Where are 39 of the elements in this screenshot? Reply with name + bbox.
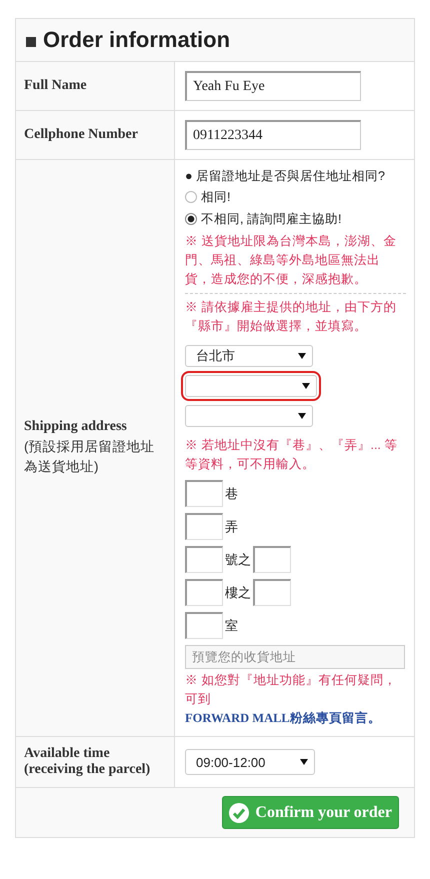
- address-box[interactable]: [185, 612, 223, 639]
- field-label: Available time: [24, 746, 111, 762]
- fan-page-link[interactable]: FORWARD MALL粉絲專頁留言。: [185, 711, 381, 725]
- field-hint: (預設採用居留證地址為送貨地址): [24, 438, 156, 476]
- section-title: Order information: [43, 27, 230, 53]
- address-unit: 弄: [225, 518, 238, 536]
- address-select[interactable]: [185, 405, 313, 427]
- field-label: Cellphone Number: [24, 127, 138, 143]
- caret-icon: [298, 413, 306, 419]
- square-icon: [26, 36, 36, 46]
- radio-option[interactable]: 相同!: [185, 186, 406, 208]
- field-hint: (receiving the parcel): [24, 762, 150, 778]
- warning-note: ※ 請依據雇主提供的地址，由下方的『縣市』開始做選擇，並填寫。: [185, 299, 398, 335]
- address-box[interactable]: [185, 579, 223, 606]
- warning-note: ※ 若地址中沒有『巷』、『弄』... 等等資料，可不用輸入。: [185, 437, 398, 473]
- warning-note: ※ 如您對『地址功能』有任何疑問，可到 FORWARD MALL粉絲專頁留言。: [185, 672, 398, 727]
- radio-option[interactable]: 不相同, 請詢問雇主協助!: [185, 208, 406, 230]
- phone-field[interactable]: 0911223344: [185, 120, 361, 150]
- check-icon: [229, 802, 250, 822]
- field-label: Full Name: [24, 78, 87, 94]
- warning-note: ※ 送貨地址限為台灣本島，澎湖、金門、馬祖、綠島等外島地區無法出貨，造成您的不便，深感抱歉。: [185, 233, 398, 288]
- address-unit: 號之: [225, 550, 251, 568]
- address-box[interactable]: [253, 546, 291, 573]
- address-unit: 樓之: [225, 584, 251, 602]
- address-unit: 室: [225, 616, 238, 634]
- caret-icon: [300, 759, 308, 765]
- caret-icon: [298, 353, 306, 359]
- address-box[interactable]: [185, 513, 223, 540]
- field-label: Shipping address: [24, 419, 128, 435]
- time-select[interactable]: 09:00-12:00: [185, 749, 315, 775]
- name-field[interactable]: Yeah Fu Eye: [185, 71, 361, 101]
- address-box[interactable]: [185, 480, 223, 507]
- caret-icon: [302, 383, 310, 389]
- address-box[interactable]: [253, 579, 291, 606]
- question-text: ● 居留證地址是否與居住地址相同?: [185, 168, 386, 185]
- address-preview-field[interactable]: 預覽您的收貨地址: [185, 645, 405, 669]
- address-select[interactable]: 台北市: [185, 345, 313, 367]
- address-unit: 巷: [225, 484, 238, 502]
- address-box[interactable]: [185, 546, 223, 573]
